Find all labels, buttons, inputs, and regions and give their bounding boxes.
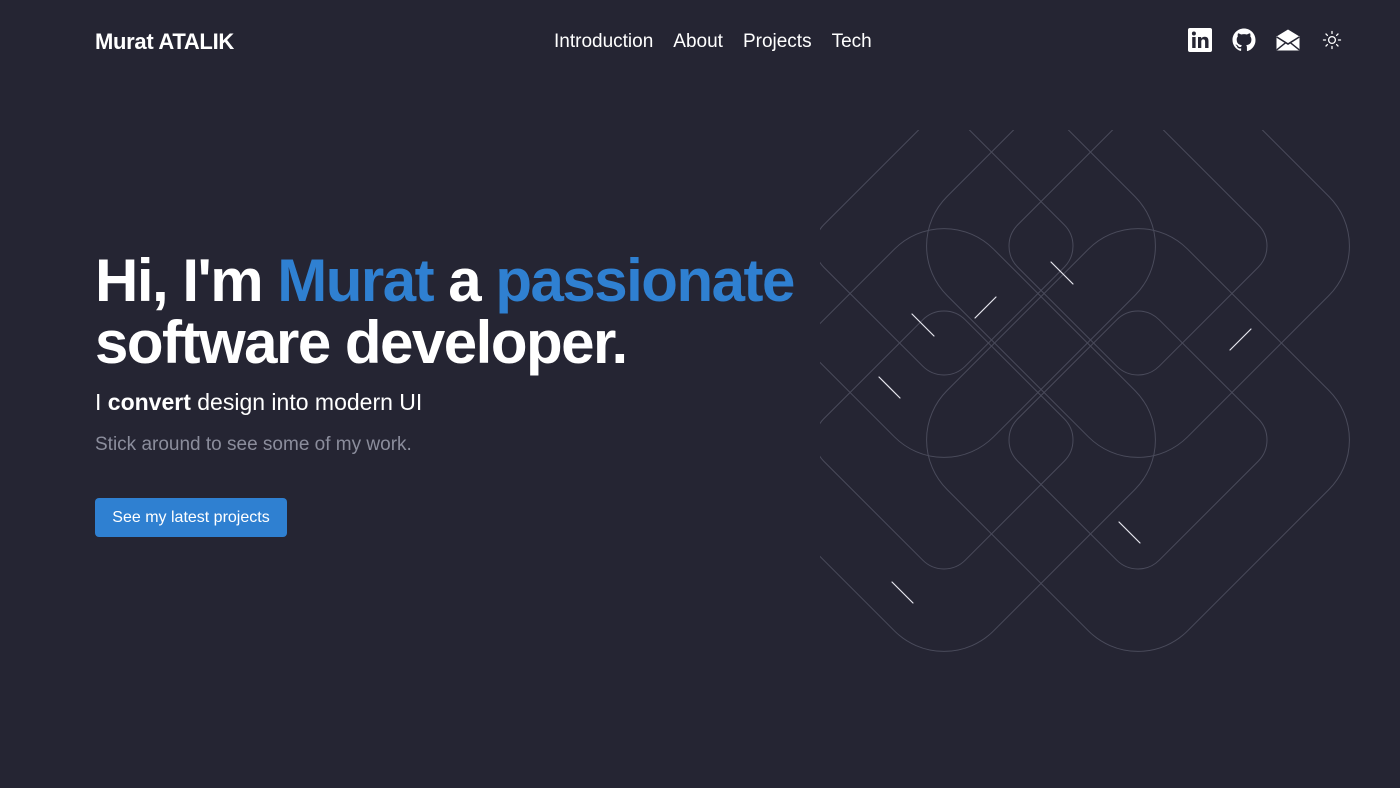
social-links (1188, 28, 1344, 54)
see-projects-button[interactable]: See my latest projects (95, 498, 287, 537)
mail-icon[interactable] (1276, 28, 1300, 54)
menu-item-tech[interactable]: Tech (832, 30, 872, 54)
menu-item-projects[interactable]: Projects (743, 30, 812, 54)
github-icon[interactable] (1232, 28, 1256, 54)
hero-muted-text: Stick around to see some of my work. (95, 434, 412, 455)
headline-middle: a (433, 247, 496, 314)
headline-rest: software developer. (95, 309, 628, 376)
hero-section: Hi, I'm Murat a passionate software devel… (95, 250, 855, 457)
subline-end: design into modern UI (190, 389, 423, 415)
brand-logo[interactable]: Murat ATALIK (95, 29, 234, 55)
linkedin-icon[interactable] (1188, 28, 1212, 54)
main-menu: Introduction About Projects Tech (554, 30, 872, 54)
hero-subline: I convert design into modern UI (95, 388, 855, 416)
knot-illustration (732, 34, 1350, 652)
headline-greeting: Hi, I'm (95, 247, 278, 314)
headline-highlight: passionate (495, 247, 795, 314)
subline-start: I (95, 389, 108, 415)
sun-icon[interactable] (1320, 28, 1344, 54)
menu-item-introduction[interactable]: Introduction (554, 30, 653, 54)
menu-item-about[interactable]: About (673, 30, 723, 54)
headline-name: Murat (277, 247, 434, 314)
subline-bold: convert (107, 389, 191, 415)
decorative-knot-graphic (732, 34, 1360, 675)
hero-headline: Hi, I'm Murat a passionate software devel… (95, 250, 855, 374)
top-nav: Murat ATALIK Introduction About Projects… (0, 0, 1400, 84)
